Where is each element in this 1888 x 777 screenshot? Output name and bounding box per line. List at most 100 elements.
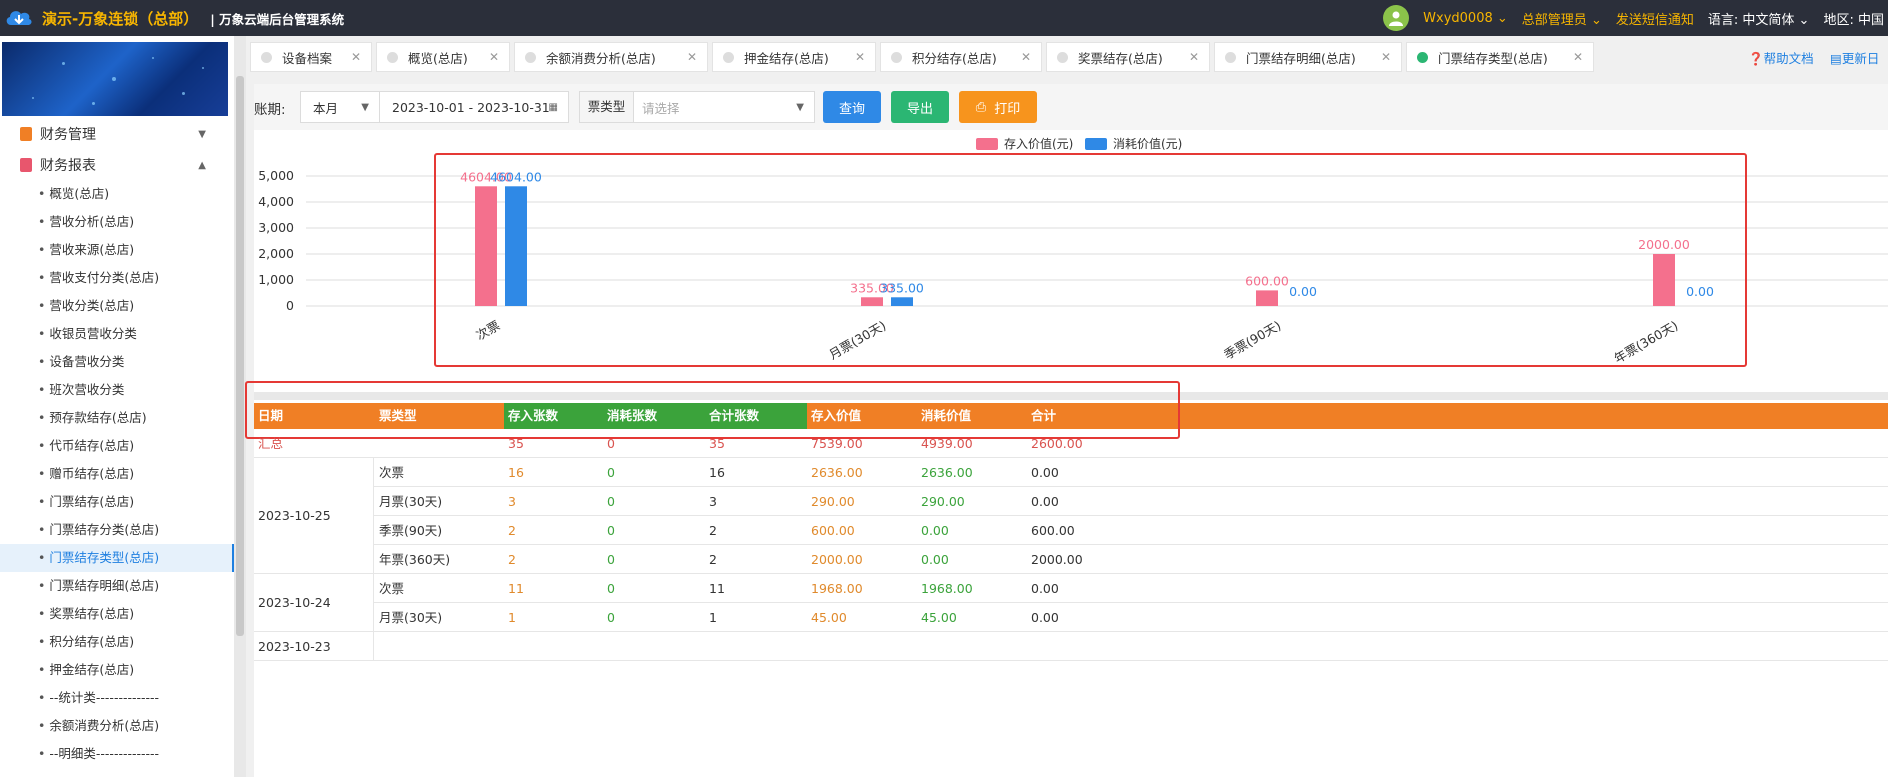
sidebar-item[interactable]: 余额消费分析(总店) (0, 712, 234, 740)
language-selector[interactable]: 语言: 中文简体 ⌄ (1708, 9, 1810, 28)
sidebar-item[interactable]: 营收分类(总店) (0, 292, 234, 320)
chevron-down-icon: ⌄ (1798, 12, 1810, 28)
table-cell: 290.00 (811, 494, 855, 509)
sidebar-item[interactable]: --明细类-------------- (0, 740, 234, 768)
menu-group-finance-reports[interactable]: 财务报表 ▲ (0, 151, 234, 179)
update-log-label: 更新日 (1841, 51, 1880, 66)
table-cell: 2 (709, 523, 717, 538)
table-cell: 7539.00 (811, 436, 863, 451)
help-docs-link[interactable]: ❓帮助文档 (1748, 48, 1814, 67)
date-range-input[interactable]: 2023-10-01 - 2023-10-31 ▦ (379, 91, 569, 123)
table-cell: 600.00 (1031, 523, 1075, 538)
sidebar-item[interactable]: 奖票结存(总店) (0, 600, 234, 628)
period-value: 本月 (313, 100, 339, 116)
sidebar-item[interactable]: 赠币结存(总店) (0, 460, 234, 488)
table-cell: 0 (607, 610, 615, 625)
y-tick-label: 1,000 (258, 272, 294, 287)
tab-bar: 设备档案 ✕ 概览(总店) ✕ 余额消费分析(总店) ✕ 押金结存(总店) ✕ 积分结存(总店)… (250, 42, 1888, 74)
sidebar: 财务管理 ▼ 财务报表 ▲ 概览(总店)营收分析(总店)营收来源(总店)营收支付… (0, 36, 234, 777)
ticket-type-select[interactable]: 票类型 请选择 ▼ (579, 91, 815, 123)
sidebar-item[interactable]: 营收来源(总店) (0, 236, 234, 264)
report-icon (20, 158, 32, 172)
tab-status-dot (1225, 51, 1236, 63)
sidebar-item[interactable]: 营收分析(总店) (0, 208, 234, 236)
region-label: 地区: (1823, 12, 1854, 28)
tab[interactable]: 门票结存类型(总店) ✕ (1406, 42, 1594, 72)
tab[interactable]: 设备档案 ✕ (250, 42, 372, 72)
sidebar-item[interactable]: 押金结存(总店) (0, 656, 234, 684)
table-cell: 0.00 (1031, 581, 1059, 596)
table-cell: 1 (508, 610, 516, 625)
tab-status-dot (1417, 51, 1428, 63)
table-cell: 2000.00 (1031, 552, 1083, 567)
export-button[interactable]: 导出 (891, 91, 949, 123)
close-icon[interactable]: ✕ (841, 50, 865, 64)
sidebar-item[interactable]: 概览(总店) (0, 180, 234, 208)
ticket-type-placeholder: 请选择 (642, 100, 680, 116)
period-select[interactable]: 本月 ▼ (300, 91, 380, 123)
table-cell: 1968.00 (811, 581, 863, 596)
y-tick-label: 2,000 (258, 246, 294, 261)
printer-icon: ⎙ (975, 99, 987, 115)
finance-icon (20, 127, 32, 141)
sidebar-item[interactable]: 门票结存(总店) (0, 488, 234, 516)
table-cell: 3 (709, 494, 717, 509)
sidebar-item[interactable]: 代币结存(总店) (0, 432, 234, 460)
tab[interactable]: 概览(总店) ✕ (376, 42, 510, 72)
table-cell: 2000.00 (811, 552, 863, 567)
y-tick-label: 4,000 (258, 194, 294, 209)
chevron-down-icon: ⌄ (1496, 10, 1508, 26)
table-cell: 0.00 (1031, 610, 1059, 625)
tab-status-dot (723, 51, 734, 63)
table-cell: 季票(90天) (379, 523, 443, 538)
tab[interactable]: 奖票结存(总店) ✕ (1046, 42, 1210, 72)
tab[interactable]: 余额消费分析(总店) ✕ (514, 42, 708, 72)
y-tick-label: 3,000 (258, 220, 294, 235)
sidebar-item[interactable]: 积分结存(总店) (0, 628, 234, 656)
tab-status-dot (525, 51, 536, 63)
document-icon: ▤ (1830, 51, 1842, 66)
table-cell: 2636.00 (921, 465, 973, 480)
close-icon[interactable]: ✕ (1559, 50, 1583, 64)
region-selector[interactable]: 地区: 中国 (1823, 9, 1884, 28)
avatar[interactable] (1383, 5, 1410, 31)
tab[interactable]: 积分结存(总店) ✕ (880, 42, 1042, 72)
close-icon[interactable]: ✕ (1367, 50, 1391, 64)
table-cell: 月票(30天) (379, 610, 443, 625)
print-button[interactable]: ⎙ 打印 (959, 91, 1037, 123)
close-icon[interactable]: ✕ (475, 50, 499, 64)
legend-swatch (976, 138, 998, 150)
scrollbar-thumb[interactable] (236, 76, 244, 636)
period-label: 账期: (254, 102, 286, 118)
table-cell: 0 (607, 465, 615, 480)
sidebar-item[interactable]: 设备营收分类 (0, 348, 234, 376)
close-icon[interactable]: ✕ (673, 50, 697, 64)
role-menu[interactable]: 总部管理员 ⌄ (1522, 9, 1602, 28)
close-icon[interactable]: ✕ (1007, 50, 1031, 64)
sidebar-item[interactable]: 营收支付分类(总店) (0, 264, 234, 292)
sidebar-item[interactable]: 门票结存明细(总店) (0, 572, 234, 600)
table-row: 月票(30天) 1 0 1 45.00 45.00 0.00 (374, 603, 1888, 632)
tab-label: 概览(总店) (408, 50, 468, 66)
tab[interactable]: 押金结存(总店) ✕ (712, 42, 876, 72)
sidebar-item[interactable]: 预存款结存(总店) (0, 404, 234, 432)
chevron-up-icon: ▲ (198, 159, 206, 171)
table-cell: 0 (607, 523, 615, 538)
close-icon[interactable]: ✕ (1175, 50, 1199, 64)
sms-link[interactable]: 发送短信通知 (1616, 9, 1694, 28)
sidebar-item[interactable]: 门票结存类型(总店) (0, 544, 234, 572)
close-icon[interactable]: ✕ (337, 50, 361, 64)
sidebar-item[interactable]: --统计类-------------- (0, 684, 234, 712)
tab[interactable]: 门票结存明细(总店) ✕ (1214, 42, 1402, 72)
sidebar-item[interactable]: 收银员营收分类 (0, 320, 234, 348)
table-cell: 月票(30天) (379, 494, 443, 509)
language-value: 中文简体 (1742, 12, 1795, 28)
query-button[interactable]: 查询 (823, 91, 881, 123)
menu-group-label: 财务报表 (40, 158, 96, 174)
update-log-link[interactable]: ▤更新日 (1830, 48, 1879, 67)
user-menu[interactable]: Wxyd0008 ⌄ (1423, 11, 1508, 26)
sidebar-item[interactable]: 门票结存分类(总店) (0, 516, 234, 544)
menu-group-finance-management[interactable]: 财务管理 ▼ (0, 120, 234, 148)
region-value: 中国 (1857, 12, 1884, 28)
sidebar-item[interactable]: 班次营收分类 (0, 376, 234, 404)
